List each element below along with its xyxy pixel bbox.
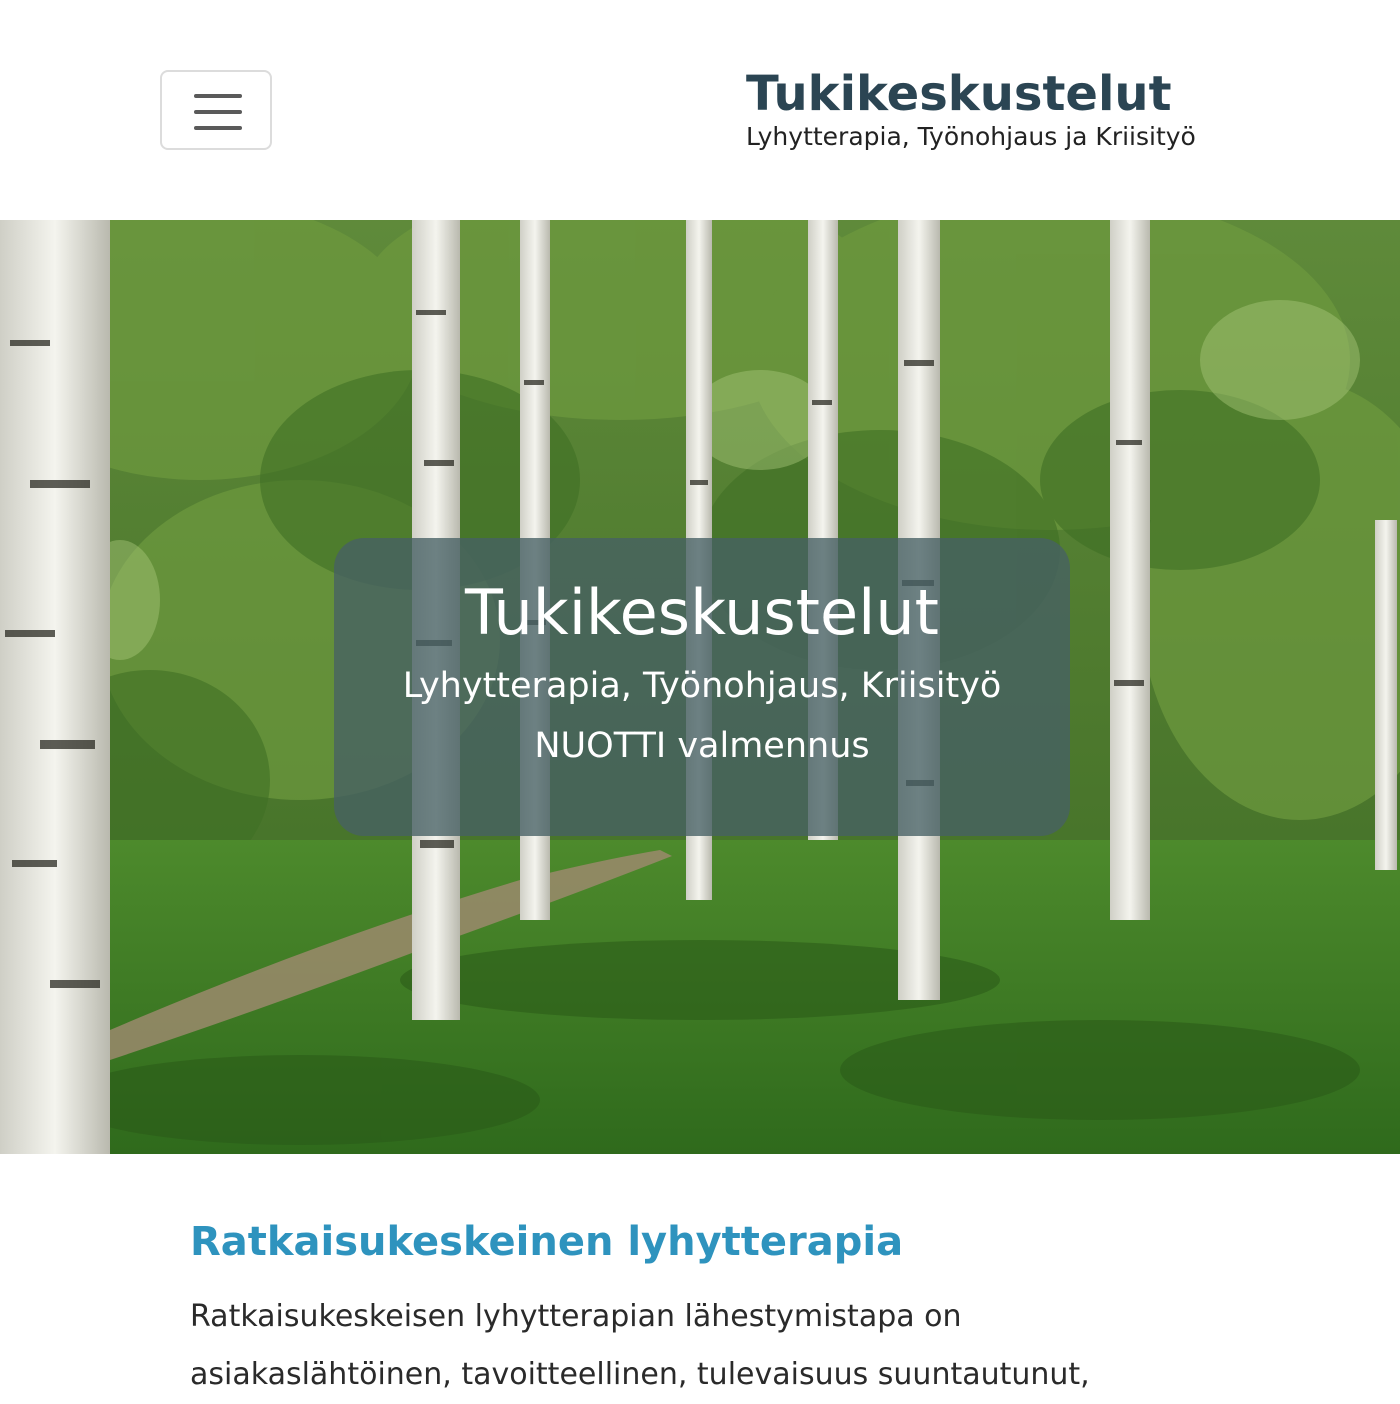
- main-content: Ratkaisukeskeinen lyhytterapia Ratkaisuk…: [190, 1210, 1210, 1404]
- hero-services-line: Lyhytterapia, Työnohjaus, Kriisityö: [402, 666, 1002, 706]
- site-subtitle: Lyhytterapia, Työnohjaus ja Kriisityö: [746, 122, 1196, 151]
- section-heading: Ratkaisukeskeinen lyhytterapia: [190, 1219, 904, 1265]
- site-title: Tukikeskustelut: [746, 66, 1172, 122]
- hamburger-icon: [194, 94, 242, 130]
- site-header: Tukikeskustelut Lyhytterapia, Työnohjaus…: [0, 0, 1400, 220]
- section-paragraph: Ratkaisukeskeisen lyhytterapian lähestym…: [190, 1299, 1090, 1392]
- hero-text-panel: Tukikeskustelut Lyhytterapia, Työnohjaus…: [334, 538, 1070, 836]
- site-brand-link[interactable]: Tukikeskustelut Lyhytterapia, Työnohjaus…: [746, 66, 1266, 152]
- hero-title: Tukikeskustelut: [465, 576, 939, 649]
- menu-toggle-button[interactable]: [160, 70, 272, 150]
- hero-banner: Tukikeskustelut Lyhytterapia, Työnohjaus…: [0, 220, 1400, 1154]
- hero-coaching-line: NUOTTI valmennus: [534, 726, 870, 766]
